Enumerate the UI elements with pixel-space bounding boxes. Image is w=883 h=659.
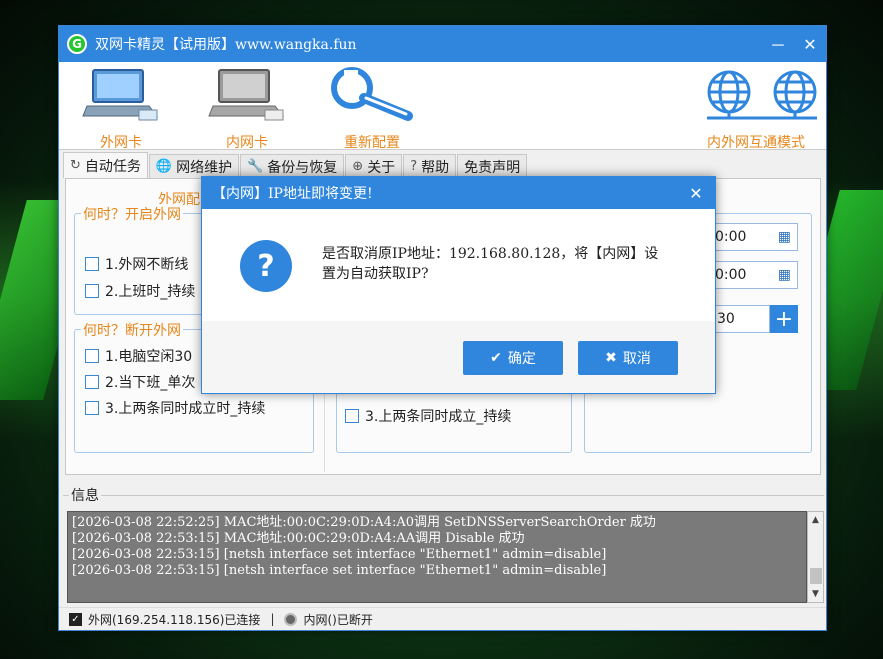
checkbox-label: 1.外网不断线 bbox=[105, 257, 189, 273]
computer-network-icon bbox=[82, 69, 159, 121]
checkbox-work-hours[interactable]: 2.上班时_持续 bbox=[85, 281, 195, 301]
globe-icon: 🌐 bbox=[155, 159, 173, 174]
checkbox[interactable] bbox=[85, 375, 99, 389]
checkbox[interactable] bbox=[85, 401, 99, 415]
checkbox-label: 3.上两条同时成立时_持续 bbox=[105, 401, 266, 417]
tab-backup-restore[interactable]: 🔧 备份与恢复 bbox=[240, 154, 345, 178]
status-bar: ✓ 外网(169.254.118.156)已连接 | 内网()已断开 bbox=[59, 607, 826, 630]
minimize-button[interactable]: － bbox=[762, 26, 794, 62]
dialog-title-bar[interactable]: 【内网】IP地址即将变更! ✕ bbox=[202, 177, 715, 209]
status-separator: | bbox=[270, 612, 275, 626]
check-icon: ✔ bbox=[490, 350, 502, 366]
log-line: [2026-03-08 22:53:15] [netsh interface s… bbox=[72, 563, 607, 578]
cancel-label: 取消 bbox=[622, 351, 651, 367]
scroll-thumb[interactable] bbox=[810, 568, 822, 584]
group-legend: 何时？开启外网 bbox=[81, 204, 183, 224]
tab-auto-task[interactable]: ↻ 自动任务 bbox=[63, 152, 148, 178]
log-line: [2026-03-08 22:52:25] MAC地址:00:0C:29:0D:… bbox=[72, 515, 656, 530]
cancel-button[interactable]: ✖ 取消 bbox=[578, 341, 678, 375]
tab-network-maintenance[interactable]: 🌐 网络维护 bbox=[148, 154, 240, 178]
checkbox-label: 2.上班时_持续 bbox=[105, 284, 196, 300]
checkbox[interactable] bbox=[85, 257, 99, 271]
checkbox-idle[interactable]: 1.电脑空闲30 bbox=[85, 346, 192, 366]
tab-label: 备份与恢复 bbox=[267, 159, 338, 176]
log-scrollbar[interactable]: ▲ ▼ bbox=[807, 511, 824, 603]
scroll-up-icon[interactable]: ▲ bbox=[808, 512, 823, 528]
interconnect-mode-label: 内外网互通模式 bbox=[707, 135, 805, 151]
close-icon[interactable]: ✕ bbox=[677, 184, 715, 203]
start-time-field[interactable]: 0:00 ▦ bbox=[706, 223, 798, 251]
question-icon: ? bbox=[240, 240, 292, 292]
log-line: [2026-03-08 22:53:15] MAC地址:00:0C:29:0D:… bbox=[72, 531, 525, 546]
reconfig-label: 重新配置 bbox=[344, 135, 400, 151]
dual-globe-icon bbox=[707, 70, 817, 120]
end-time-field[interactable]: 0:00 ▦ bbox=[706, 261, 798, 289]
calendar-icon[interactable]: ▦ bbox=[778, 229, 791, 245]
computer-network-icon bbox=[208, 69, 285, 121]
info-title: 信息 bbox=[69, 485, 101, 505]
disconnected-icon bbox=[284, 612, 298, 626]
end-time-value: 0:00 bbox=[715, 267, 747, 283]
checkbox-label: 3.上两条同时成立_持续 bbox=[365, 409, 512, 425]
tab-about[interactable]: ⊕ 关于 bbox=[345, 154, 403, 178]
dialog-message: 是否取消原IP地址：192.168.80.128，将【内网】设置为自动获取IP? bbox=[322, 246, 659, 282]
tab-label: 自动任务 bbox=[84, 158, 141, 175]
close-button[interactable]: ✕ bbox=[794, 26, 826, 62]
app-title: 双网卡精灵【试用版】www.wangka.fun bbox=[95, 37, 357, 53]
tab-label: 帮助 bbox=[421, 159, 450, 176]
info-section: 信息 [2026-03-08 22:52:25] MAC地址:00:0C:29:… bbox=[63, 485, 824, 606]
checkbox-both-conditions[interactable]: 3.上两条同时成立时_持续 bbox=[85, 398, 265, 418]
app-logo-icon: G bbox=[67, 34, 87, 54]
toolbar: 外网卡 内网卡 重新配置 内外网互通模式 bbox=[59, 62, 826, 152]
outer-nic-label: 外网卡 bbox=[100, 135, 142, 151]
checkbox-outer-always-on[interactable]: 1.外网不断线 bbox=[85, 254, 188, 274]
log-line: [2026-03-08 22:53:15] [netsh interface s… bbox=[72, 547, 607, 562]
checkbox-label: 1.电脑空闲30 bbox=[105, 349, 193, 365]
tab-label: 关于 bbox=[367, 159, 396, 176]
globe-icon: ⊕ bbox=[352, 159, 364, 174]
refresh-icon: ↻ bbox=[70, 158, 81, 173]
inner-nic-label: 内网卡 bbox=[226, 135, 268, 151]
start-time-value: 0:00 bbox=[715, 229, 747, 245]
checkbox-label: 2.当下班_单次 bbox=[105, 375, 196, 391]
minutes-value: 30 bbox=[717, 311, 735, 327]
inner-nic-button[interactable]: 内网卡 bbox=[191, 66, 303, 152]
wrench-icon bbox=[331, 67, 413, 121]
tab-label: 网络维护 bbox=[176, 159, 233, 176]
ok-button[interactable]: ✔ 确定 bbox=[463, 341, 563, 375]
help-icon: ? bbox=[410, 159, 418, 174]
checkbox[interactable] bbox=[85, 284, 99, 298]
check-icon: ✓ bbox=[69, 612, 82, 626]
title-bar[interactable]: G 双网卡精灵【试用版】www.wangka.fun － ✕ bbox=[59, 26, 826, 62]
wrench-icon: 🔧 bbox=[247, 159, 264, 174]
checkbox-both-conditions-mid[interactable]: 3.上两条同时成立_持续 bbox=[345, 406, 511, 426]
tab-label: 免责声明 bbox=[464, 159, 521, 176]
dialog-body: ? 是否取消原IP地址：192.168.80.128，将【内网】设置为自动获取I… bbox=[202, 209, 715, 321]
calendar-icon[interactable]: ▦ bbox=[778, 267, 791, 283]
tab-disclaimer[interactable]: 免责声明 bbox=[457, 154, 528, 178]
outer-status: 外网(169.254.118.156)已连接 bbox=[88, 612, 261, 627]
interconnect-mode-button[interactable]: 内外网互通模式 bbox=[689, 66, 823, 152]
outer-nic-button[interactable]: 外网卡 bbox=[65, 66, 177, 152]
close-icon: ✖ bbox=[605, 350, 617, 366]
checkbox[interactable] bbox=[85, 349, 99, 363]
log-output[interactable]: [2026-03-08 22:52:25] MAC地址:00:0C:29:0D:… bbox=[67, 511, 807, 603]
reconfig-button[interactable]: 重新配置 bbox=[317, 66, 427, 152]
increment-button[interactable]: + bbox=[770, 305, 798, 333]
group-legend: 何时？断开外网 bbox=[81, 320, 183, 340]
tab-bar: ↻ 自动任务 🌐 网络维护 🔧 备份与恢复 ⊕ 关于 ? 帮助 免责声明 bbox=[63, 152, 528, 178]
info-divider bbox=[63, 495, 824, 496]
ip-change-dialog: 【内网】IP地址即将变更! ✕ ? 是否取消原IP地址：192.168.80.1… bbox=[201, 176, 716, 394]
checkbox[interactable] bbox=[345, 409, 359, 423]
checkbox-off-work[interactable]: 2.当下班_单次 bbox=[85, 372, 195, 392]
inner-status: 内网()已断开 bbox=[303, 612, 373, 627]
tab-help[interactable]: ? 帮助 bbox=[403, 154, 457, 178]
dialog-title: 【内网】IP地址即将变更! bbox=[212, 186, 373, 202]
ok-label: 确定 bbox=[507, 351, 536, 367]
scroll-down-icon[interactable]: ▼ bbox=[808, 586, 823, 602]
